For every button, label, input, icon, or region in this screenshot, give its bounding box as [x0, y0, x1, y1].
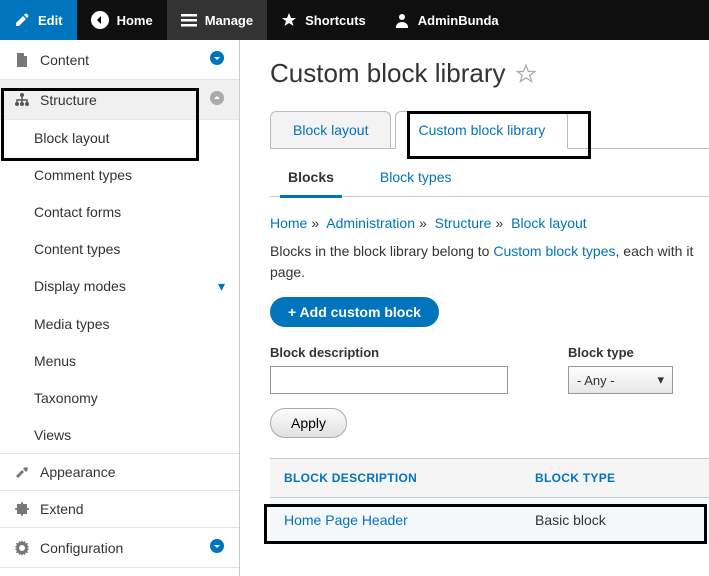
breadcrumb: Home» Administration» Structure» Block l…: [270, 215, 709, 231]
hierarchy-icon: [14, 92, 30, 108]
page-title: Custom block library: [270, 58, 709, 89]
back-icon: [91, 11, 109, 29]
sidebar-item-block-layout[interactable]: Block layout: [0, 120, 239, 157]
star-outline-icon[interactable]: [516, 64, 536, 84]
sidebar-item-appearance[interactable]: Appearance: [0, 454, 239, 491]
block-type-cell: Basic block: [535, 512, 695, 528]
sidebar-item-comment-types[interactable]: Comment types: [0, 157, 239, 194]
sidebar-item-views[interactable]: Views: [0, 417, 239, 454]
filter-desc-label: Block description: [270, 345, 508, 360]
filter-type-label: Block type: [568, 345, 673, 360]
caret-down-icon: ▾: [218, 278, 225, 295]
shortcuts-button[interactable]: Shortcuts: [267, 0, 380, 40]
add-custom-block-button[interactable]: + Add custom block: [270, 297, 439, 327]
home-button[interactable]: Home: [77, 0, 167, 40]
filter-row: Block description Block type - Any - ▾: [270, 345, 709, 394]
block-types-link[interactable]: Custom block types: [493, 243, 615, 259]
sidebar-item-media-types[interactable]: Media types: [0, 306, 239, 343]
user-label: AdminBunda: [418, 13, 499, 28]
breadcrumb-link[interactable]: Structure: [435, 215, 492, 231]
sidebar-item-menus[interactable]: Menus: [0, 343, 239, 380]
document-icon: [14, 52, 30, 68]
tab-block-layout[interactable]: Block layout: [270, 111, 391, 148]
puzzle-icon: [14, 501, 30, 517]
home-label: Home: [117, 13, 153, 28]
main-content: Custom block library Block layout Custom…: [240, 40, 709, 576]
description-text: Blocks in the block library belong to Cu…: [270, 241, 709, 283]
secondary-tabs: Blocks Block types: [270, 163, 709, 197]
filter-description: Block description: [270, 345, 508, 394]
block-type-select[interactable]: - Any - ▾: [568, 366, 673, 394]
chevron-up-icon: [209, 90, 225, 109]
th-block-description[interactable]: BLOCK DESCRIPTION: [284, 471, 535, 485]
manage-button[interactable]: Manage: [167, 0, 267, 40]
sidebar: Content Structure Block layout Comment t…: [0, 40, 240, 576]
manage-label: Manage: [205, 13, 253, 28]
user-menu[interactable]: AdminBunda: [380, 0, 513, 40]
th-block-type[interactable]: BLOCK TYPE: [535, 471, 695, 485]
breadcrumb-link[interactable]: Block layout: [511, 215, 586, 231]
shortcuts-label: Shortcuts: [305, 13, 366, 28]
sidebar-label: Configuration: [40, 540, 209, 556]
breadcrumb-link[interactable]: Administration: [326, 215, 415, 231]
hamburger-icon: [181, 12, 197, 28]
blocks-table: BLOCK DESCRIPTION BLOCK TYPE Home Page H…: [270, 458, 709, 543]
pencil-icon: [14, 12, 30, 28]
gear-icon: [14, 540, 30, 556]
breadcrumb-link[interactable]: Home: [270, 215, 307, 231]
block-name-link[interactable]: Home Page Header: [284, 512, 535, 528]
sidebar-item-taxonomy[interactable]: Taxonomy: [0, 380, 239, 417]
user-icon: [394, 12, 410, 28]
subtab-blocks[interactable]: Blocks: [280, 163, 342, 198]
topbar: Edit Home Manage Shortcuts AdminBunda: [0, 0, 709, 40]
wrench-icon: [14, 464, 30, 480]
sidebar-label: Appearance: [40, 464, 225, 480]
sidebar-item-display-modes[interactable]: Display modes▾: [0, 268, 239, 306]
table-row: Home Page Header Basic block: [270, 498, 709, 543]
sidebar-label: Content: [40, 52, 209, 68]
filter-type: Block type - Any - ▾: [568, 345, 673, 394]
subtab-block-types[interactable]: Block types: [372, 163, 460, 196]
sidebar-item-content[interactable]: Content: [0, 40, 239, 80]
edit-button[interactable]: Edit: [0, 0, 77, 40]
chevron-down-icon: [209, 50, 225, 69]
primary-tabs: Block layout Custom block library: [270, 111, 709, 149]
tab-custom-block-library[interactable]: Custom block library: [395, 111, 568, 149]
block-description-input[interactable]: [270, 366, 508, 394]
sidebar-label: Structure: [40, 92, 209, 108]
chevron-down-icon: [209, 538, 225, 557]
sidebar-item-content-types[interactable]: Content types: [0, 231, 239, 268]
sidebar-item-configuration[interactable]: Configuration: [0, 528, 239, 568]
sidebar-item-structure[interactable]: Structure: [0, 80, 239, 120]
sidebar-label: Extend: [40, 501, 225, 517]
apply-button[interactable]: Apply: [270, 408, 347, 438]
sidebar-item-contact-forms[interactable]: Contact forms: [0, 194, 239, 231]
table-header: BLOCK DESCRIPTION BLOCK TYPE: [270, 458, 709, 498]
star-icon: [281, 12, 297, 28]
sidebar-item-extend[interactable]: Extend: [0, 491, 239, 528]
caret-down-icon: ▾: [657, 372, 664, 388]
edit-label: Edit: [38, 13, 63, 28]
